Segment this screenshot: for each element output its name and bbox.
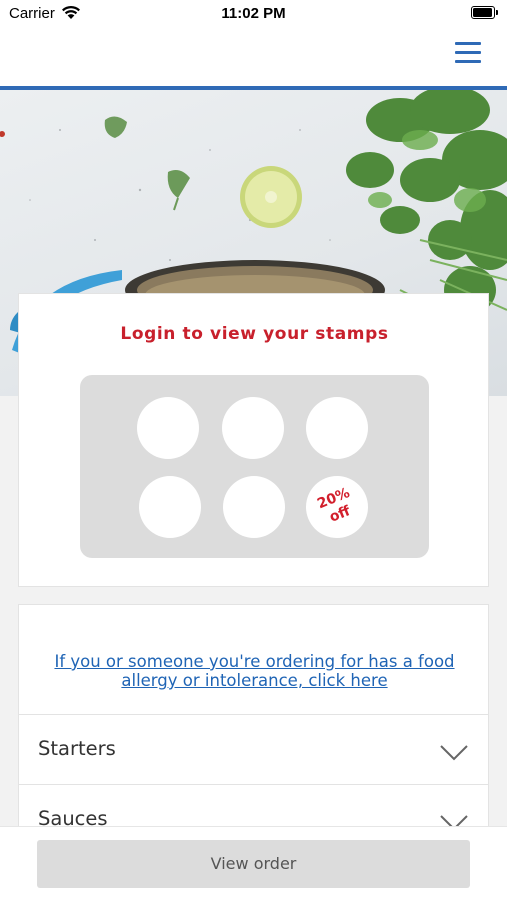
login-stamps-link[interactable]: Login to view your stamps — [19, 324, 490, 344]
battery-icon — [471, 6, 498, 19]
stamp-slot — [222, 397, 284, 459]
stamp-slot — [137, 397, 199, 459]
stamp-slot — [223, 476, 285, 538]
category-label: Starters — [38, 737, 116, 760]
status-bar: Carrier 11:02 PM — [0, 0, 507, 30]
bottom-bar: View order — [0, 826, 507, 901]
stamp-slot — [139, 476, 201, 538]
menu-card: If you or someone you're ordering for ha… — [18, 604, 489, 834]
chevron-down-icon — [440, 745, 468, 761]
app-header — [0, 30, 507, 90]
hamburger-menu-icon[interactable] — [455, 40, 483, 64]
stamp-grid: 20% off — [80, 375, 429, 558]
stamp-slot — [306, 397, 368, 459]
category-row-starters[interactable]: Starters — [19, 714, 488, 784]
stamp-card: Login to view your stamps 20% off — [18, 293, 489, 587]
allergy-info-link[interactable]: If you or someone you're ordering for ha… — [29, 652, 480, 690]
reward-stamp: 20% off — [296, 466, 378, 548]
status-time: 11:02 PM — [221, 5, 286, 22]
view-order-button[interactable]: View order — [37, 840, 470, 888]
